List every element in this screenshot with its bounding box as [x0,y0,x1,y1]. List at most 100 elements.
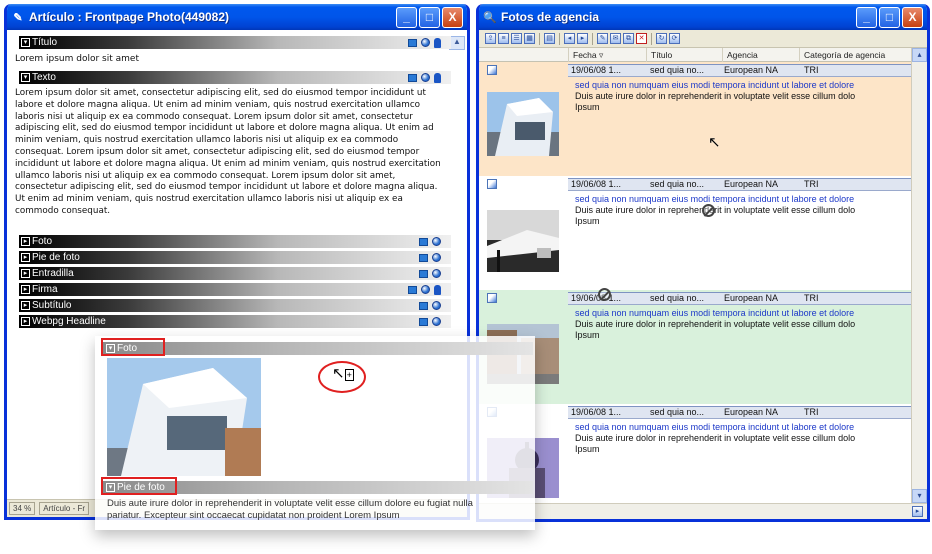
texto-field[interactable]: Lorem ipsum dolor sit amet, consectetur … [15,88,445,218]
section-pie-de-foto[interactable]: ▸ Pie de foto [19,251,451,264]
close-button[interactable]: X [442,6,463,28]
globe-icon[interactable] [432,269,441,278]
drag-foto-header: ▾ Foto [103,342,533,355]
collapse-icon[interactable]: ▾ [21,38,30,47]
globe-icon[interactable] [421,38,430,47]
section-label: Título [32,37,58,48]
pin-icon[interactable] [434,72,441,83]
section-label: Pie de foto [32,252,80,263]
item-headline[interactable]: sed quia non numquam eius modi tempora i… [575,308,911,318]
item-date: 19/06/08 1... [571,293,622,303]
item-agency: European NA [724,293,779,303]
item-description: Duis aute irure dolor in reprehenderit i… [575,433,856,454]
minimize-button[interactable]: _ [396,6,417,28]
globe-icon[interactable] [432,253,441,262]
list-item[interactable]: 19/06/08 1... sed quia no... European NA… [479,404,911,503]
agency-photo-list: 19/06/08 1... sed quia no... European NA… [479,62,911,503]
grid-icon[interactable] [419,269,428,278]
expand-icon[interactable]: ▸ [21,269,30,278]
list-item[interactable]: 19/06/08 1... sed quia no... European NA… [479,176,911,290]
item-headline[interactable]: sed quia non numquam eius modi tempora i… [575,422,911,432]
horizontal-scrollbar[interactable]: ▸ [479,503,927,519]
copy-icon[interactable]: ⧉ [623,33,634,44]
grid-icon[interactable] [408,73,417,82]
globe-icon[interactable] [432,301,441,310]
column-agencia[interactable]: Agencia [722,48,799,62]
column-fecha[interactable]: Fecha ▿ [568,48,646,62]
article-editor-titlebar[interactable]: ✎ Artículo : Frontpage Photo(449082) _ □… [7,4,467,30]
agency-photos-title: Fotos de agencia [501,10,600,24]
grid-icon[interactable] [419,237,428,246]
section-firma[interactable]: ▸ Firma [19,283,451,296]
section-entradilla[interactable]: ▸ Entradilla [19,267,451,280]
globe-icon[interactable] [421,285,430,294]
grid-icon[interactable] [419,317,428,326]
section-foto[interactable]: ▸ Foto [19,235,451,248]
minimize-button[interactable]: _ [856,6,877,28]
delete-icon[interactable]: ✕ [636,33,647,44]
refresh-icon[interactable]: ↻ [656,33,667,44]
section-subtitulo[interactable]: ▸ Subtítulo [19,299,451,312]
grid-icon[interactable] [408,38,417,47]
section-label: Foto [32,236,53,247]
column-categoria[interactable]: Categoría de agencia [799,48,909,62]
agency-toolbar: ⇪ ≡ ☰ ▦ ▤ ◂ ▸ ✎ ✉ ⧉ ✕ ↻ ⟳ [479,30,927,48]
list-item[interactable]: 19/06/08 1... sed quia no... European NA… [479,62,911,176]
scroll-up-arrow[interactable]: ▲ [449,36,465,50]
globe-icon[interactable] [432,317,441,326]
detail-view-icon[interactable]: ☰ [511,33,522,44]
item-headline[interactable]: sed quia non numquam eius modi tempora i… [575,80,911,90]
vertical-scrollbar[interactable]: ▴ ▾ [911,48,927,503]
scroll-down-arrow[interactable]: ▾ [912,489,927,503]
item-headline[interactable]: sed quia non numquam eius modi tempora i… [575,194,911,204]
maximize-button[interactable]: □ [879,6,900,28]
expand-icon[interactable]: ▸ [21,301,30,310]
expand-icon[interactable]: ▸ [21,285,30,294]
pin-icon[interactable] [434,284,441,295]
titulo-field[interactable]: Lorem ipsum dolor sit amet [15,54,445,66]
mail-icon[interactable]: ✉ [610,33,621,44]
item-description: Duis aute irure dolor in reprehenderit i… [575,205,856,226]
grid-icon[interactable] [408,285,417,294]
grid-view-icon[interactable]: ▦ [524,33,535,44]
globe-icon[interactable] [421,73,430,82]
grid-icon[interactable] [419,253,428,262]
item-category: TRI [804,179,819,189]
highlight-foto [101,338,165,356]
highlight-pie-de-foto [101,477,177,495]
section-titulo[interactable]: ▾ Título [19,36,451,49]
section-webpg-headline[interactable]: ▸ Webpg Headline [19,315,451,328]
item-title: sed quia no... [650,65,705,75]
expand-icon[interactable]: ▸ [21,253,30,262]
list-item[interactable]: 19/06/08 1... sed quia no... European NA… [479,290,911,404]
maximize-button[interactable]: □ [419,6,440,28]
thumbnail-view-icon[interactable]: ▤ [544,33,555,44]
collapse-icon[interactable]: ▾ [21,73,30,82]
toolbar-separator [651,32,652,45]
agency-photos-titlebar[interactable]: 🔍 Fotos de agencia _ □ X [479,4,927,30]
item-category: TRI [804,65,819,75]
section-label: Firma [32,284,58,295]
expand-icon[interactable]: ▸ [21,317,30,326]
next-icon[interactable]: ▸ [577,33,588,44]
sync-icon[interactable]: ⟳ [669,33,680,44]
edit-icon[interactable]: ✎ [597,33,608,44]
list-view-icon[interactable]: ≡ [498,33,509,44]
pin-icon[interactable] [434,37,441,48]
item-category: TRI [804,407,819,417]
import-icon[interactable]: ⇪ [485,33,496,44]
section-texto[interactable]: ▾ Texto [19,71,451,84]
grid-icon[interactable] [419,301,428,310]
dragged-photo [107,358,261,476]
scroll-right-arrow[interactable]: ▸ [912,506,923,517]
item-metadata: 19/06/08 1... sed quia no... European NA… [568,178,911,191]
prev-icon[interactable]: ◂ [564,33,575,44]
expand-icon[interactable]: ▸ [21,237,30,246]
column-titulo[interactable]: Título [646,48,722,62]
article-editor-title: Artículo : Frontpage Photo(449082) [29,10,230,24]
photo-icon [487,65,497,75]
globe-icon[interactable] [432,237,441,246]
close-button[interactable]: X [902,6,923,28]
item-date: 19/06/08 1... [571,179,622,189]
scroll-up-arrow[interactable]: ▴ [912,48,927,62]
